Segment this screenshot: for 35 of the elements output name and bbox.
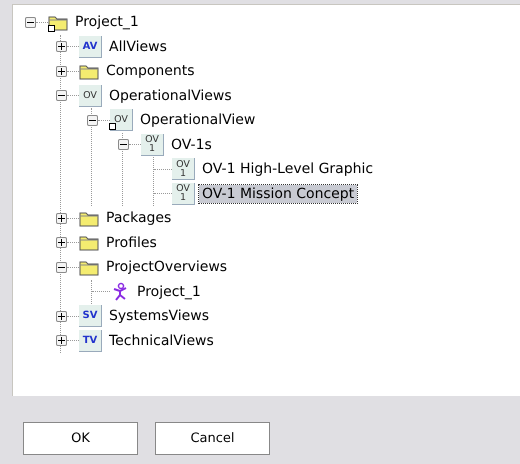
collapse-toggle[interactable] — [56, 262, 67, 273]
expand-toggle[interactable] — [56, 212, 67, 224]
view-icon: OV 1 — [141, 134, 164, 156]
view-icon: TV — [79, 330, 102, 352]
tree-item[interactable]: OV-1s — [168, 136, 215, 154]
collapse-toggle[interactable] — [118, 139, 129, 150]
tree-item[interactable]: SystemsViews — [106, 307, 212, 326]
tree-item[interactable]: ProjectOverviews — [103, 258, 230, 276]
expand-toggle[interactable] — [56, 41, 67, 52]
expand-toggle[interactable] — [56, 66, 67, 77]
ok-button[interactable]: OK — [23, 422, 138, 455]
expand-toggle[interactable] — [56, 310, 67, 322]
view-icon: OV 1 — [172, 158, 195, 180]
tree-item[interactable]: Project_1 — [72, 13, 142, 32]
expand-toggle[interactable] — [56, 237, 67, 248]
view-icon: SV — [79, 305, 102, 328]
tree-item[interactable]: AllViews — [106, 38, 170, 56]
tree-item[interactable]: Project_1 — [134, 282, 204, 301]
tree-item[interactable]: OperationalView — [137, 111, 258, 130]
view-icon: AV — [79, 36, 102, 58]
tree-item[interactable]: OperationalViews — [106, 86, 235, 105]
cancel-button[interactable]: Cancel — [155, 422, 270, 455]
tree-item[interactable]: Packages — [103, 209, 174, 228]
tree-item[interactable]: OV-1 High-Level Graphic — [199, 160, 376, 178]
collapse-toggle[interactable] — [87, 114, 98, 126]
view-icon: OV — [79, 84, 102, 107]
tree-item[interactable]: TechnicalViews — [106, 332, 217, 350]
collapse-toggle[interactable] — [56, 90, 67, 102]
view-icon: OV 1 — [172, 182, 195, 205]
view-shortcut-icon: OV — [110, 109, 133, 132]
expand-toggle[interactable] — [56, 335, 67, 346]
tree-item[interactable]: OV-1 Mission Concept — [199, 184, 358, 203]
collapse-toggle[interactable] — [25, 16, 36, 28]
tree-item[interactable]: Components — [103, 62, 198, 80]
tree-item[interactable]: Profiles — [103, 234, 160, 252]
